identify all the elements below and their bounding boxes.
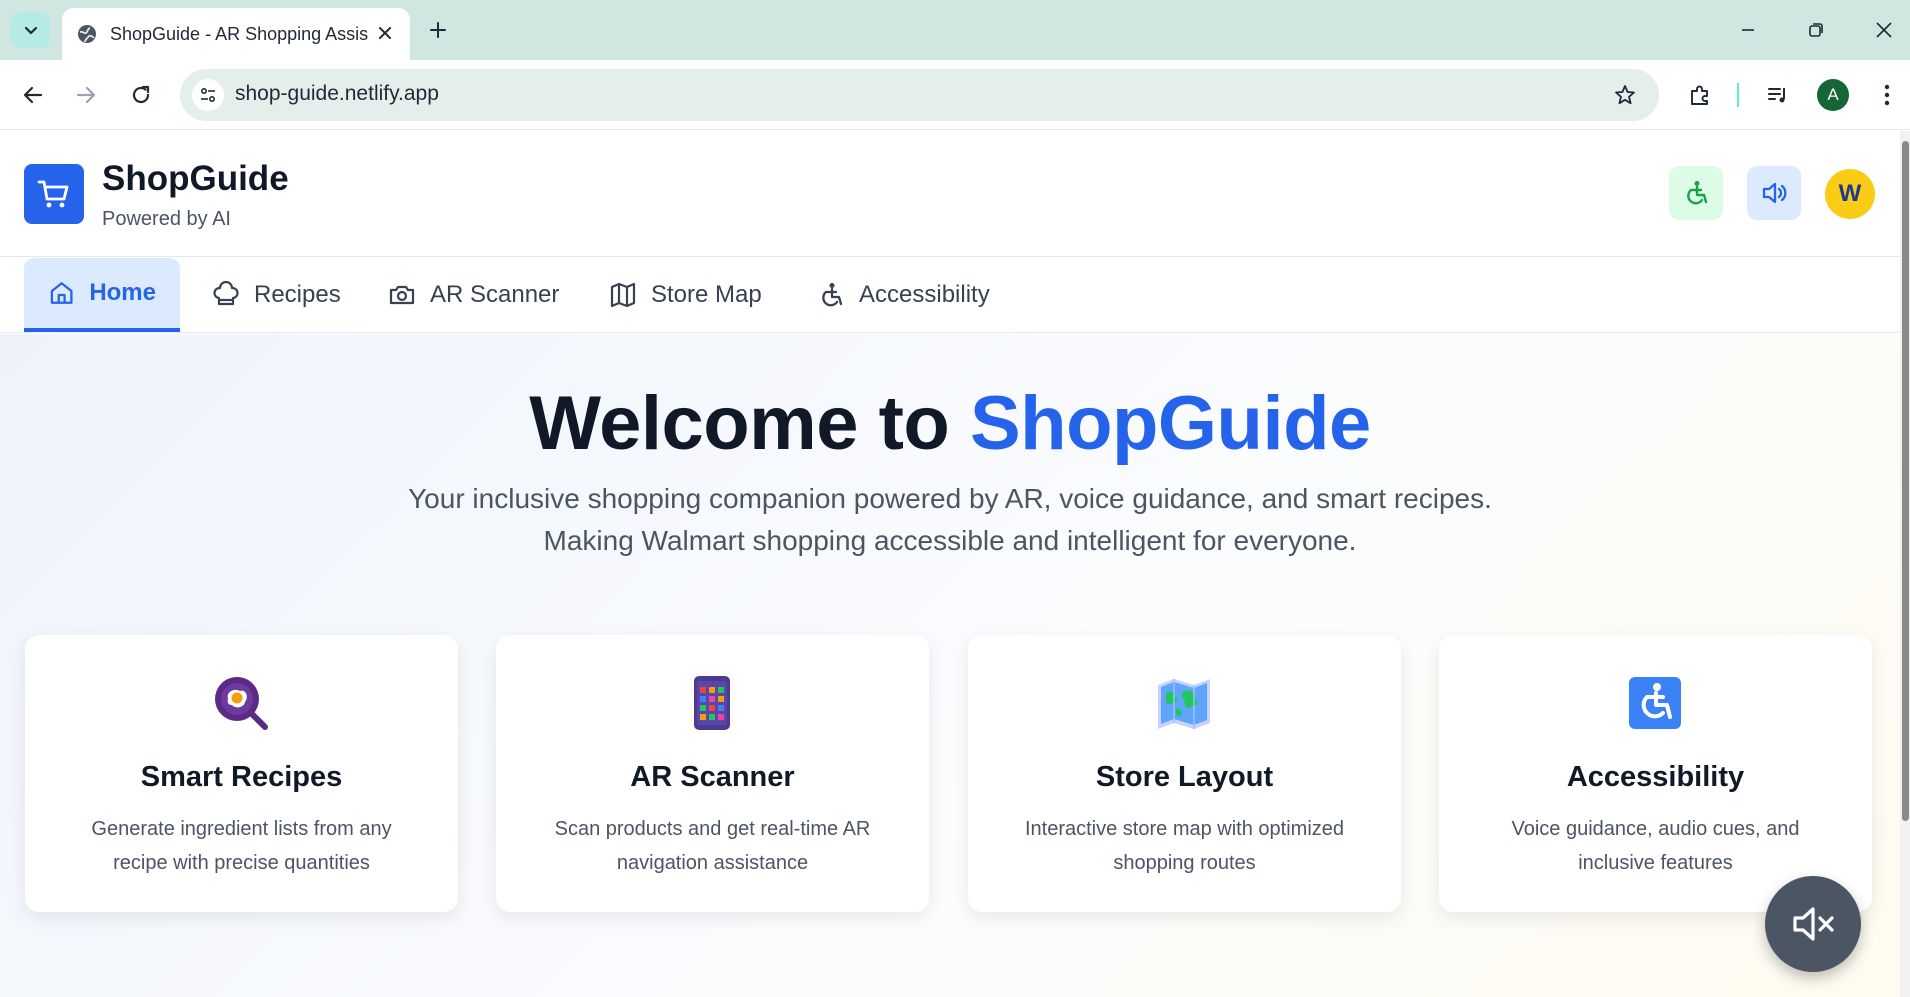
feature-card-description: Interactive store map with optimized sho… [1024, 818, 1345, 874]
hero-subtitle: Your inclusive shopping companion powere… [0, 478, 1900, 562]
hero-subtitle-line-1: Your inclusive shopping companion powere… [408, 483, 1492, 514]
mute-toggle-button[interactable] [1765, 876, 1861, 972]
app-header: ShopGuide Powered by AI W [0, 131, 1900, 257]
feature-card-description: Scan products and get real-time AR navig… [554, 818, 871, 874]
accessibility-toggle-button[interactable] [1669, 166, 1723, 220]
tab-title: ShopGuide - AR Shopping Assis [110, 23, 369, 44]
user-avatar[interactable]: W [1825, 169, 1875, 219]
forward-icon[interactable] [67, 76, 105, 114]
accessibility-icon [1687, 181, 1708, 205]
hero-title-prefix: Welcome to [529, 381, 970, 466]
tab-home[interactable]: Home [24, 258, 180, 332]
tab-home-label: Home [89, 279, 156, 306]
restore-icon[interactable] [1800, 14, 1832, 46]
back-icon[interactable] [14, 76, 52, 114]
tab-search-icon[interactable] [11, 12, 50, 48]
tab-recipes[interactable]: Recipes [188, 258, 365, 332]
feature-card-description: Generate ingredient lists from any recip… [91, 818, 392, 874]
chef-hat-icon [213, 281, 239, 306]
feature-card-accessibility[interactable]: Accessibility Voice guidance, audio cues… [1439, 635, 1872, 912]
camera-icon [389, 285, 415, 305]
extensions-icon[interactable] [1681, 76, 1719, 114]
map-icon [610, 282, 636, 308]
tab-ar-scanner-label: AR Scanner [430, 281, 560, 308]
browser-toolbar: shop-guide.netlify.app [0, 60, 1910, 130]
tab-recipes-label: Recipes [254, 281, 341, 308]
more-menu-icon[interactable] [1868, 76, 1906, 114]
window-close-icon[interactable] [1868, 14, 1900, 46]
feature-card-title: Smart Recipes [140, 761, 343, 793]
minimize-icon[interactable] [1732, 14, 1764, 46]
media-icon[interactable] [1759, 76, 1797, 114]
wheelchair-icon [1625, 673, 1685, 733]
browser-profile-avatar[interactable]: A [1817, 79, 1849, 111]
browser-tabstrip: ShopGuide - AR Shopping Assis [0, 0, 1910, 60]
main-nav: Home Recipes AR Scanner Store Map Access… [0, 257, 1900, 333]
main-content: Welcome to ShopGuide Your inclusive shop… [0, 334, 1900, 997]
accessibility-icon [822, 283, 843, 307]
url-text[interactable]: shop-guide.netlify.app [235, 82, 439, 106]
tab-accessibility[interactable]: Accessibility [793, 258, 1014, 332]
site-info-icon[interactable] [192, 79, 224, 111]
feature-card-title: AR Scanner [630, 761, 795, 793]
hero-subtitle-line-2: Making Walmart shopping accessible and i… [543, 525, 1357, 556]
scrollbar-thumb[interactable] [1902, 141, 1909, 821]
feature-card-smart-recipes[interactable]: Smart Recipes Generate ingredient lists … [25, 635, 458, 912]
feature-card-description: Voice guidance, audio cues, and inclusiv… [1511, 818, 1800, 874]
volume-mute-icon [1793, 907, 1834, 941]
world-map-icon [1154, 673, 1214, 733]
plus-icon[interactable] [424, 16, 452, 44]
page-scrollbar[interactable] [1900, 131, 1910, 997]
feature-card-title: Accessibility [1566, 761, 1745, 793]
brand-title: ShopGuide [102, 159, 289, 198]
close-icon[interactable] [374, 22, 396, 44]
brand-subtitle: Powered by AI [102, 208, 231, 230]
hero-title-accent: ShopGuide [969, 381, 1371, 466]
globe-icon [78, 25, 96, 43]
reload-icon[interactable] [122, 76, 160, 114]
tab-accessibility-label: Accessibility [859, 281, 990, 308]
hero-title: Welcome to ShopGuide [0, 380, 1900, 467]
toolbar-divider [1737, 83, 1739, 107]
volume-icon [1762, 182, 1787, 204]
mobile-phone-icon [682, 673, 742, 733]
tab-store-map-label: Store Map [651, 281, 762, 308]
address-bar[interactable]: shop-guide.netlify.app [180, 69, 1659, 121]
frying-pan-icon [211, 673, 271, 733]
cart-icon[interactable] [24, 164, 84, 224]
star-icon[interactable] [1611, 81, 1639, 109]
feature-card-ar-scanner[interactable]: AR Scanner Scan products and get real-ti… [496, 635, 929, 912]
tab-ar-scanner[interactable]: AR Scanner [364, 258, 583, 332]
feature-card-title: Store Layout [1095, 761, 1274, 793]
browser-tab[interactable]: ShopGuide - AR Shopping Assis [62, 8, 410, 60]
home-icon [50, 282, 73, 304]
tab-store-map[interactable]: Store Map [585, 258, 786, 332]
voice-toggle-button[interactable] [1747, 166, 1801, 220]
feature-card-store-layout[interactable]: Store Layout Interactive store map with … [968, 635, 1401, 912]
